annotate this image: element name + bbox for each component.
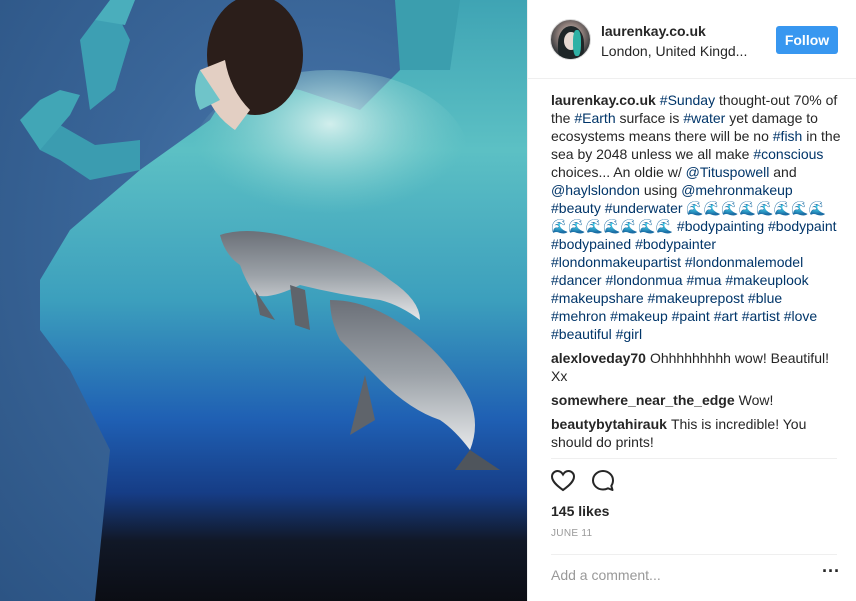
post-date: JUNE 11: [551, 528, 593, 539]
caption-fragment: using: [639, 182, 682, 198]
hashtag-link[interactable]: #artist: [742, 308, 780, 324]
hashtag-link[interactable]: #blue: [748, 290, 782, 306]
hashtag-link[interactable]: #conscious: [753, 146, 823, 162]
comments-list: laurenkay.co.uk #Sunday thought-out 70% o…: [551, 91, 841, 457]
hashtag-link[interactable]: #mua: [686, 272, 721, 288]
mention-link[interactable]: @mehronmakeup: [681, 182, 793, 198]
comment-input[interactable]: [551, 563, 801, 587]
hashtag-link[interactable]: #girl: [616, 326, 642, 342]
hashtag-link[interactable]: #londonmua: [605, 272, 682, 288]
hashtag-link[interactable]: #love: [784, 308, 817, 324]
mention-link[interactable]: @Tituspowell: [686, 164, 770, 180]
hashtag-link[interactable]: #londonmalemodel: [685, 254, 803, 270]
hashtag-link[interactable]: #londonmakeupartist: [551, 254, 681, 270]
hashtag-link[interactable]: #makeup: [610, 308, 668, 324]
divider: [551, 554, 837, 555]
caption-username[interactable]: laurenkay.co.uk: [551, 92, 656, 108]
mention-link[interactable]: @haylslondon: [551, 182, 640, 198]
hashtag-link[interactable]: #beautiful: [551, 326, 612, 342]
post-caption: laurenkay.co.uk #Sunday thought-out 70% o…: [551, 91, 841, 343]
comment-item: beautybytahirauk This is incredible! You …: [551, 415, 841, 451]
caption-fragment: surface is: [615, 110, 684, 126]
post-location[interactable]: London, United Kingd...: [601, 42, 747, 60]
instagram-post: laurenkay.co.uk London, United Kingd... …: [0, 0, 856, 601]
comment-bubble-icon[interactable]: [590, 468, 616, 494]
avatar[interactable]: [550, 19, 591, 60]
hashtag-link[interactable]: #mehron: [551, 308, 606, 324]
hashtag-link[interactable]: #dancer: [551, 272, 602, 288]
heart-icon[interactable]: [550, 468, 576, 494]
caption-fragment: and: [769, 164, 797, 180]
hashtag-link[interactable]: #bodypained: [551, 236, 631, 252]
hashtag-link[interactable]: #Sunday: [660, 92, 715, 108]
comment-item: somewhere_near_the_edge Wow!: [551, 391, 841, 409]
hashtag-link[interactable]: #bodypainter: [635, 236, 716, 252]
author-username[interactable]: laurenkay.co.uk: [601, 22, 747, 40]
hashtag-link[interactable]: #bodypainting: [677, 218, 764, 234]
hashtag-link[interactable]: #makeuplook: [725, 272, 808, 288]
hashtag-link[interactable]: #underwater: [605, 200, 683, 216]
hashtag-link[interactable]: #paint: [672, 308, 710, 324]
post-sidebar: laurenkay.co.uk London, United Kingd... …: [527, 0, 856, 601]
hashtag-link[interactable]: #bodypaint: [768, 218, 837, 234]
post-photo[interactable]: [0, 0, 527, 601]
hashtag-link[interactable]: #water: [683, 110, 725, 126]
divider: [551, 458, 837, 459]
caption-text: #Sunday thought-out 70% of the #Earth su…: [551, 92, 840, 342]
comment-username[interactable]: somewhere_near_the_edge: [551, 392, 735, 408]
hashtag-link[interactable]: #Earth: [574, 110, 615, 126]
comment-text: Wow!: [738, 392, 774, 408]
comment-item: alexloveday70 Ohhhhhhhhh wow! Beautiful! …: [551, 349, 841, 385]
author-block: laurenkay.co.uk London, United Kingd...: [601, 22, 747, 60]
hashtag-link[interactable]: #beauty: [551, 200, 601, 216]
follow-button[interactable]: Follow: [776, 26, 838, 54]
post-header: laurenkay.co.uk London, United Kingd... …: [528, 0, 856, 79]
hashtag-link[interactable]: #makeuprepost: [648, 290, 745, 306]
caption-fragment: choices... An oldie w/: [551, 164, 686, 180]
hashtag-link[interactable]: #makeupshare: [551, 290, 644, 306]
action-bar: [550, 468, 616, 496]
like-count[interactable]: 145 likes: [551, 502, 609, 520]
hashtag-link[interactable]: #art: [714, 308, 738, 324]
ellipsis-icon[interactable]: ···: [820, 562, 842, 584]
comment-username[interactable]: alexloveday70: [551, 350, 646, 366]
bodypaint-image: [20, 0, 527, 601]
comment-username[interactable]: beautybytahirauk: [551, 416, 667, 432]
hashtag-link[interactable]: #fish: [773, 128, 803, 144]
